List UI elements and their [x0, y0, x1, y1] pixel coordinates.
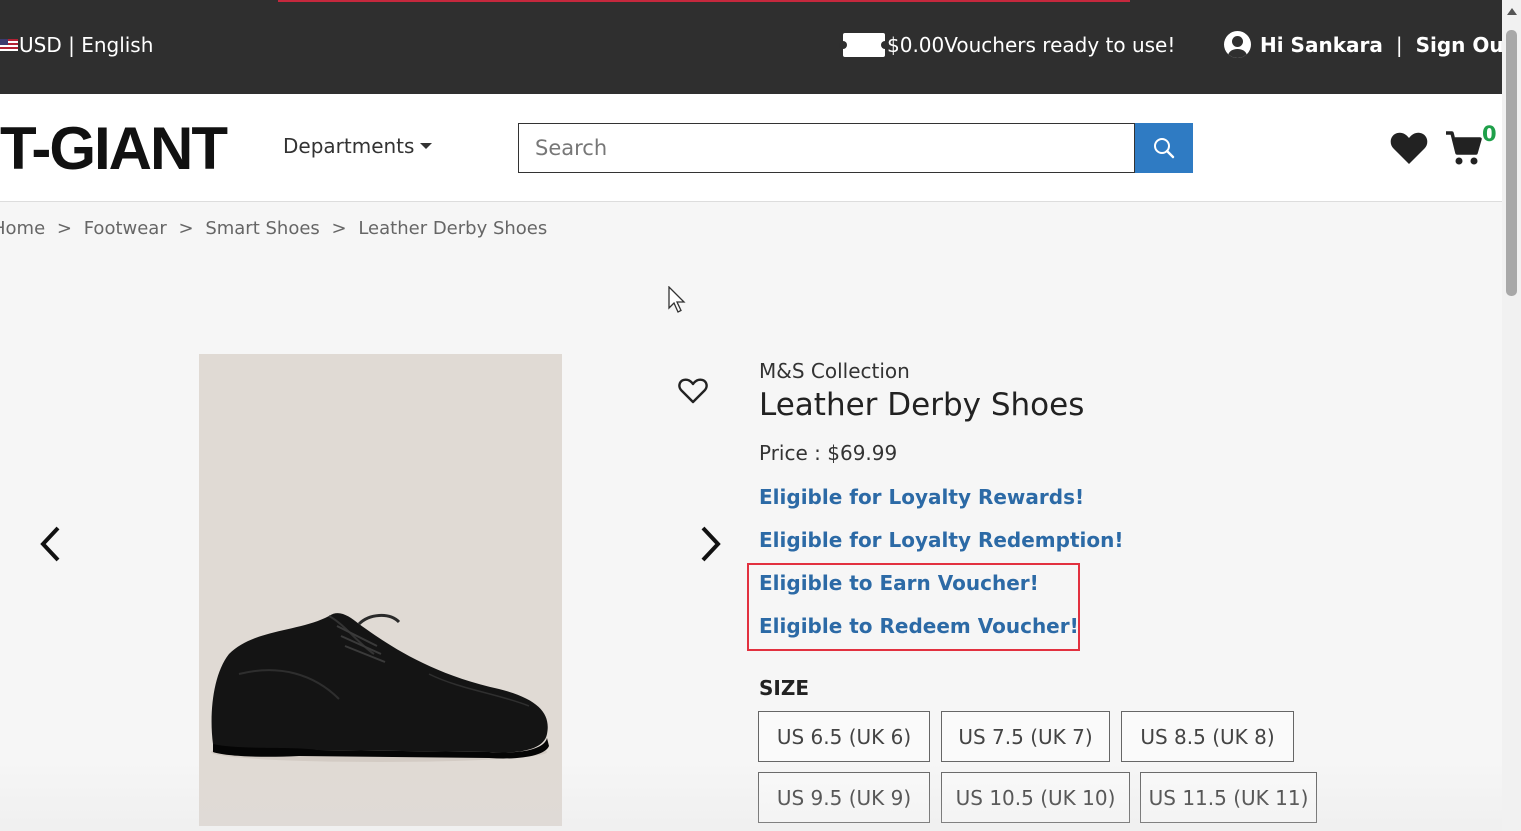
separator: |	[1395, 32, 1403, 57]
size-option[interactable]: US 6.5 (UK 6)	[758, 711, 930, 762]
departments-dropdown[interactable]: Departments	[283, 134, 433, 158]
breadcrumb: Home > Footwear > Smart Shoes > Leather …	[0, 218, 553, 239]
next-image-arrow-icon[interactable]	[697, 525, 723, 563]
mouse-cursor-icon	[668, 286, 686, 313]
size-option[interactable]: US 10.5 (UK 10)	[941, 772, 1130, 823]
locale-selector[interactable]: USD | English	[0, 33, 153, 57]
departments-label: Departments	[283, 134, 415, 158]
breadcrumb-smart-shoes[interactable]: Smart Shoes	[205, 218, 319, 239]
voucher-amount: $0.00	[887, 33, 945, 57]
product-image[interactable]	[199, 354, 562, 826]
breadcrumb-home[interactable]: Home	[0, 218, 45, 239]
add-to-wishlist-heart-icon[interactable]	[678, 377, 708, 405]
breadcrumb-current: Leather Derby Shoes	[358, 218, 548, 239]
locale-label: USD | English	[19, 33, 154, 57]
shoe-image	[211, 613, 549, 762]
loyalty-rewards-link[interactable]: Eligible for Loyalty Rewards!	[759, 485, 1084, 509]
loading-bar	[278, 0, 1130, 2]
top-bar: USD | English $0.00 Vouchers ready to us…	[0, 0, 1513, 94]
voucher-status[interactable]: $0.00 Vouchers ready to use!	[839, 33, 1176, 57]
main-header: T-GIANT Departments 0	[0, 94, 1502, 202]
logo[interactable]: T-GIANT	[0, 114, 228, 184]
size-option[interactable]: US 9.5 (UK 9)	[758, 772, 930, 823]
size-option[interactable]: US 8.5 (UK 8)	[1121, 711, 1294, 762]
search-button[interactable]	[1135, 123, 1193, 173]
breadcrumb-sep: >	[56, 218, 72, 239]
loyalty-redemption-link[interactable]: Eligible for Loyalty Redemption!	[759, 528, 1123, 552]
breadcrumb-sep: >	[331, 218, 347, 239]
wishlist-heart-icon[interactable]	[1390, 131, 1428, 165]
product-brand: M&S Collection	[759, 359, 910, 383]
voucher-text: Vouchers ready to use!	[944, 33, 1176, 57]
sign-out-link[interactable]: Sign Out	[1416, 33, 1514, 57]
previous-image-arrow-icon[interactable]	[38, 525, 64, 563]
product-title: Leather Derby Shoes	[759, 387, 1085, 423]
breadcrumb-sep: >	[178, 218, 194, 239]
breadcrumb-footwear[interactable]: Footwear	[84, 218, 167, 239]
scrollbar-thumb[interactable]	[1506, 30, 1517, 296]
ticket-icon	[839, 33, 889, 57]
size-label: SIZE	[759, 676, 810, 700]
highlight-box	[747, 563, 1080, 651]
size-option[interactable]: US 11.5 (UK 11)	[1140, 772, 1317, 823]
greeting[interactable]: Hi Sankara	[1260, 33, 1383, 57]
product-price: Price : $69.99	[759, 441, 898, 465]
cart-icon[interactable]	[1445, 129, 1483, 167]
size-option[interactable]: US 7.5 (UK 7)	[941, 711, 1110, 762]
user-menu: Hi Sankara | Sign Out	[1224, 31, 1513, 58]
scroll-up-arrow-icon[interactable]	[1507, 8, 1517, 15]
vertical-scrollbar[interactable]	[1502, 0, 1521, 831]
user-avatar-icon	[1224, 31, 1251, 58]
caret-down-icon	[420, 143, 433, 149]
us-flag-icon	[0, 39, 18, 51]
cart-count-badge: 0	[1482, 122, 1497, 146]
search-input[interactable]	[518, 123, 1135, 173]
search-icon	[1154, 138, 1175, 159]
